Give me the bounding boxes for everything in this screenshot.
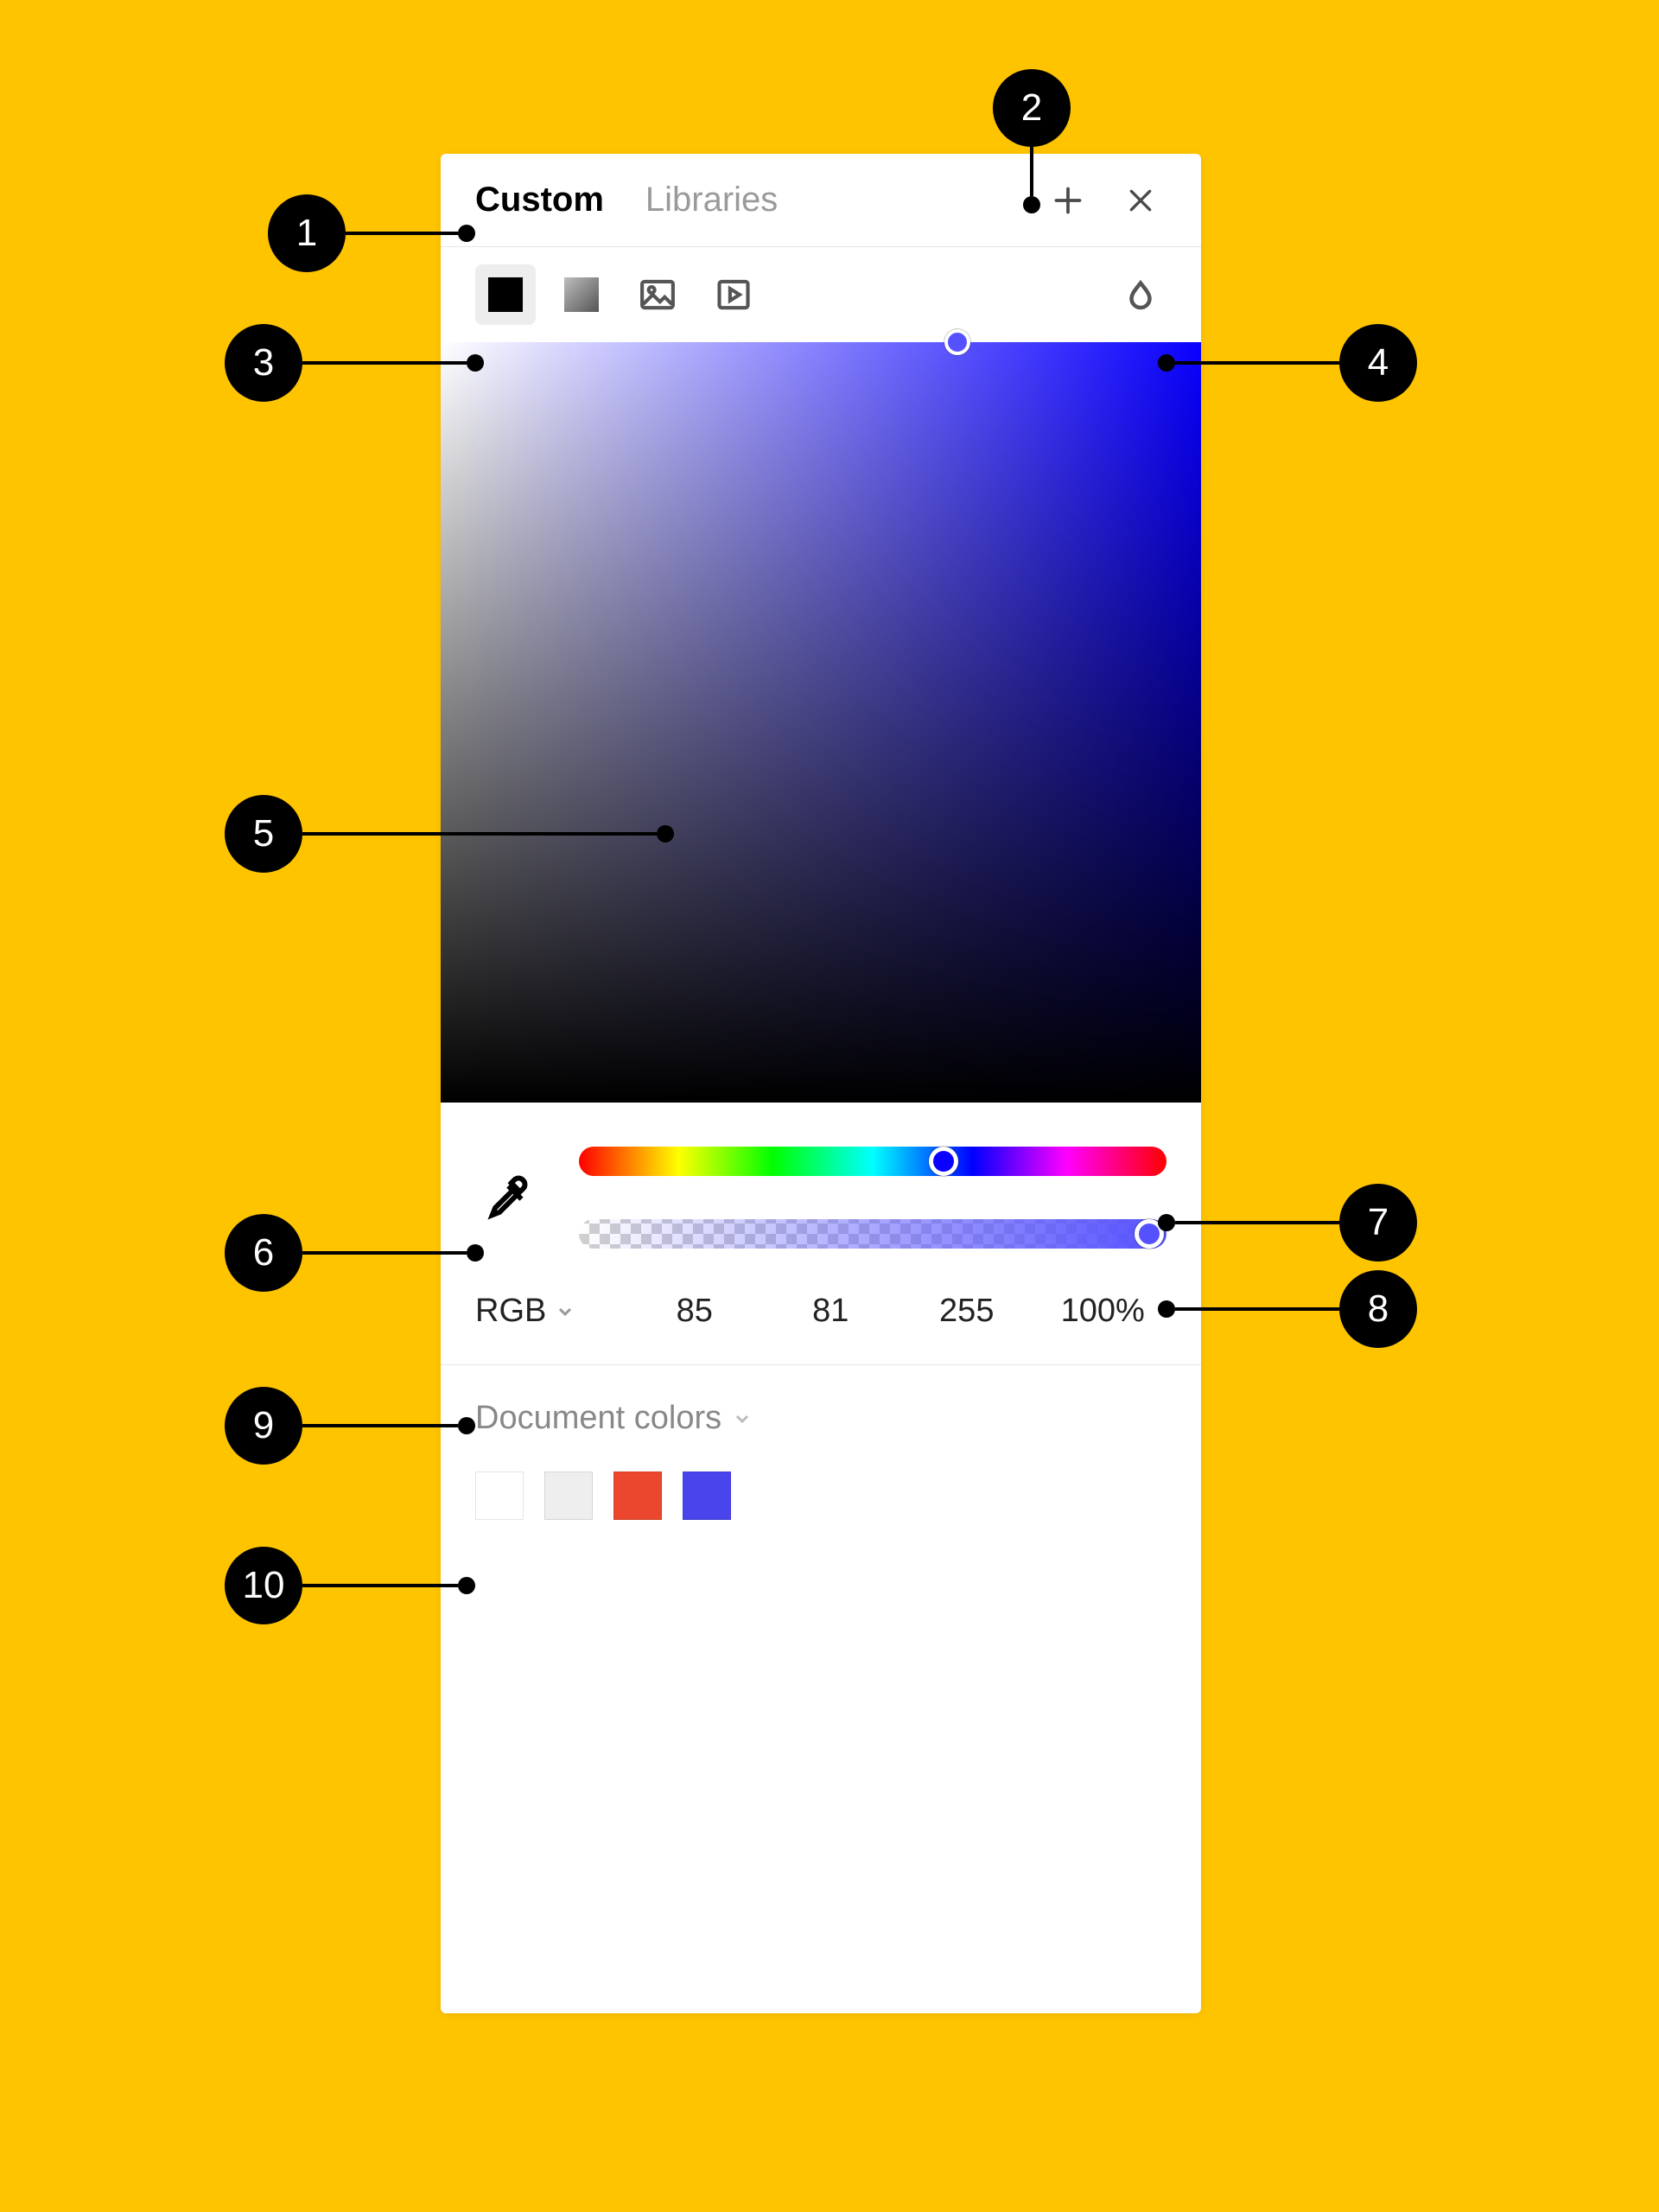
header-tabs: Custom Libraries — [475, 181, 778, 219]
document-colors-label: Document colors — [475, 1400, 721, 1437]
hue-slider[interactable] — [579, 1147, 1166, 1176]
value-g[interactable]: 81 — [767, 1293, 895, 1330]
video-icon — [715, 276, 753, 314]
chevron-down-icon — [555, 1301, 575, 1322]
paint-gradient-button[interactable] — [551, 264, 612, 325]
document-colors-section: Document colors — [441, 1365, 1201, 1554]
callout-8: 8 — [1158, 1270, 1417, 1348]
paint-solid-button[interactable] — [475, 264, 536, 325]
eyedropper-icon — [486, 1174, 533, 1221]
close-button[interactable] — [1115, 175, 1166, 226]
saturation-value-canvas[interactable] — [441, 342, 1201, 1103]
hue-thumb[interactable] — [929, 1147, 958, 1176]
color-mode-label: RGB — [475, 1293, 546, 1330]
tab-libraries[interactable]: Libraries — [645, 181, 778, 219]
value-r[interactable]: 85 — [631, 1293, 759, 1330]
callout-2: 2 — [1032, 69, 1071, 213]
swatch[interactable] — [613, 1471, 662, 1520]
chevron-down-icon — [732, 1408, 753, 1429]
gradient-swatch-icon — [564, 277, 599, 312]
droplet-icon — [1125, 279, 1156, 310]
callout-bubble: 7 — [1339, 1184, 1417, 1262]
document-swatches — [475, 1471, 1166, 1520]
callout-1: 1 — [268, 194, 475, 272]
swatch[interactable] — [475, 1471, 524, 1520]
callout-4: 4 — [1158, 324, 1417, 402]
image-icon — [639, 276, 677, 314]
callout-5: 5 — [225, 795, 674, 873]
callout-bubble: 3 — [225, 324, 302, 402]
value-b[interactable]: 255 — [903, 1293, 1031, 1330]
paint-type-toolbar — [441, 247, 1201, 342]
callout-bubble: 6 — [225, 1214, 302, 1292]
color-mode-select[interactable]: RGB — [475, 1293, 622, 1330]
swatch[interactable] — [544, 1471, 593, 1520]
callout-bubble: 5 — [225, 795, 302, 873]
solid-swatch-icon — [488, 277, 523, 312]
callout-bubble: 1 — [268, 194, 346, 272]
document-colors-toggle[interactable]: Document colors — [475, 1400, 1166, 1437]
sv-thumb[interactable] — [944, 329, 970, 355]
color-values-row: RGB 85 81 255 100% — [441, 1275, 1201, 1365]
callout-6: 6 — [225, 1214, 484, 1292]
swatch[interactable] — [683, 1471, 731, 1520]
value-alpha[interactable]: 100% — [1039, 1293, 1167, 1330]
callout-bubble: 10 — [225, 1547, 302, 1624]
blend-mode-button[interactable] — [1115, 269, 1166, 321]
color-picker-panel: Custom Libraries — [441, 154, 1201, 2013]
callout-7: 7 — [1158, 1184, 1417, 1262]
callout-bubble: 9 — [225, 1387, 302, 1465]
eyedropper-button[interactable] — [475, 1146, 544, 1249]
tab-custom[interactable]: Custom — [475, 181, 604, 219]
callout-bubble: 2 — [993, 69, 1071, 147]
callout-10: 10 — [225, 1547, 475, 1624]
panel-header: Custom Libraries — [441, 154, 1201, 247]
close-icon — [1127, 187, 1154, 214]
callout-9: 9 — [225, 1387, 475, 1465]
callout-bubble: 4 — [1339, 324, 1417, 402]
paint-video-button[interactable] — [703, 264, 764, 325]
callout-3: 3 — [225, 324, 484, 402]
callout-bubble: 8 — [1339, 1270, 1417, 1348]
paint-image-button[interactable] — [627, 264, 688, 325]
slider-section — [441, 1103, 1201, 1275]
alpha-slider[interactable] — [579, 1219, 1166, 1249]
